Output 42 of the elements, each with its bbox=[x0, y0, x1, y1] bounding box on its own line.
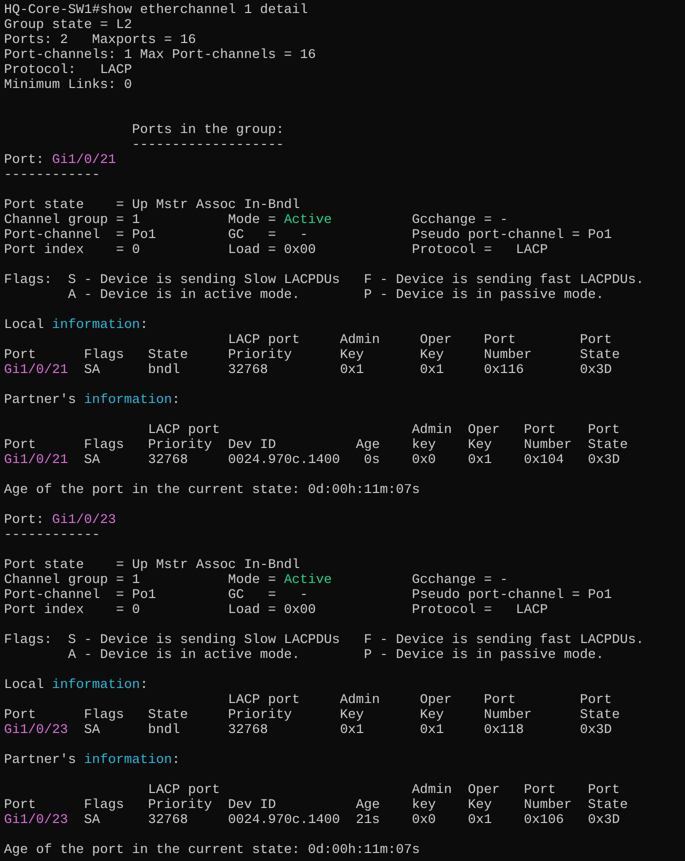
terminal-line: Age of the port in the current state: 0d:00h:11m:07s bbox=[4, 843, 420, 858]
terminal-line: ------------------- bbox=[130, 138, 284, 153]
terminal-line: Port: Gi1/0/21 bbox=[4, 153, 116, 168]
terminal-line: Port index = 0 Load = 0x00 Protocol = LACP bbox=[4, 603, 548, 618]
terminal-line: Protocol: LACP bbox=[4, 63, 132, 78]
terminal-line: Port index = 0 Load = 0x00 Protocol = LACP bbox=[4, 243, 548, 258]
terminal-line: A - Device is in active mode. P - Device is in passive mode. bbox=[66, 648, 604, 663]
terminal-line: Group state = L2 bbox=[4, 18, 132, 33]
terminal-line: Port-channels: 1 Max Port-channels = 16 bbox=[4, 48, 316, 63]
terminal-line: LACP port Admin Oper Port Port bbox=[146, 783, 620, 798]
terminal-line: Channel group = 1 Mode = Active Gcchange = - bbox=[4, 573, 508, 588]
terminal-line: HQ-Core-SW1#show etherchannel 1 detail bbox=[4, 3, 308, 18]
terminal-line: Flags: S - Device is sending Slow LACPDUs F - Device is sending fast LACPDUs. bbox=[4, 273, 644, 288]
terminal-line: Ports: 2 Maxports = 16 bbox=[4, 33, 196, 48]
terminal-line: LACP port Admin Oper Port Port bbox=[226, 693, 612, 708]
terminal-line: ------------ bbox=[4, 528, 100, 543]
terminal-line: Port Flags Priority Dev ID Age key Key Number State bbox=[4, 798, 628, 813]
terminal-line: Gi1/0/21 SA 32768 0024.970c.1400 0s 0x0 0x1 0x104 0x3D bbox=[4, 453, 620, 468]
terminal-line: Port state = Up Mstr Assoc In-Bndl bbox=[4, 198, 300, 213]
terminal-line: Ports in the group: bbox=[130, 123, 284, 138]
terminal-line: Local information: bbox=[4, 678, 148, 693]
terminal-line: Partner's information: bbox=[4, 753, 180, 768]
terminal-line: ------------ bbox=[4, 168, 100, 183]
terminal-line: Port Flags State Priority Key Key Number State bbox=[4, 348, 620, 363]
terminal-line: Flags: S - Device is sending Slow LACPDUs F - Device is sending fast LACPDUs. bbox=[4, 633, 644, 648]
terminal-line: Gi1/0/21 SA bndl 32768 0x1 0x1 0x116 0x3D bbox=[4, 363, 612, 378]
terminal-line: Local information: bbox=[4, 318, 148, 333]
terminal-line: A - Device is in active mode. P - Device is in passive mode. bbox=[66, 288, 604, 303]
terminal-line: Gi1/0/23 SA bndl 32768 0x1 0x1 0x118 0x3D bbox=[4, 723, 612, 738]
terminal-line: Port Flags Priority Dev ID Age key Key Number State bbox=[4, 438, 628, 453]
terminal-line: Partner's information: bbox=[4, 393, 180, 408]
terminal-line: Port: Gi1/0/23 bbox=[4, 513, 116, 528]
terminal-line: Minimum Links: 0 bbox=[4, 78, 132, 93]
terminal-line: Port-channel = Po1 GC = - Pseudo port-channel = Po1 bbox=[4, 228, 612, 243]
terminal-line: Port Flags State Priority Key Key Number State bbox=[4, 708, 620, 723]
terminal-line: Port state = Up Mstr Assoc In-Bndl bbox=[4, 558, 300, 573]
terminal-line: Gi1/0/23 SA 32768 0024.970c.1400 21s 0x0 0x1 0x106 0x3D bbox=[4, 813, 620, 828]
terminal-line: Channel group = 1 Mode = Active Gcchange = - bbox=[4, 213, 508, 228]
terminal-line: Port-channel = Po1 GC = - Pseudo port-channel = Po1 bbox=[4, 588, 612, 603]
terminal-line: Age of the port in the current state: 0d:00h:11m:07s bbox=[4, 483, 420, 498]
terminal-line: LACP port Admin Oper Port Port bbox=[226, 333, 612, 348]
terminal-line: LACP port Admin Oper Port Port bbox=[146, 423, 620, 438]
